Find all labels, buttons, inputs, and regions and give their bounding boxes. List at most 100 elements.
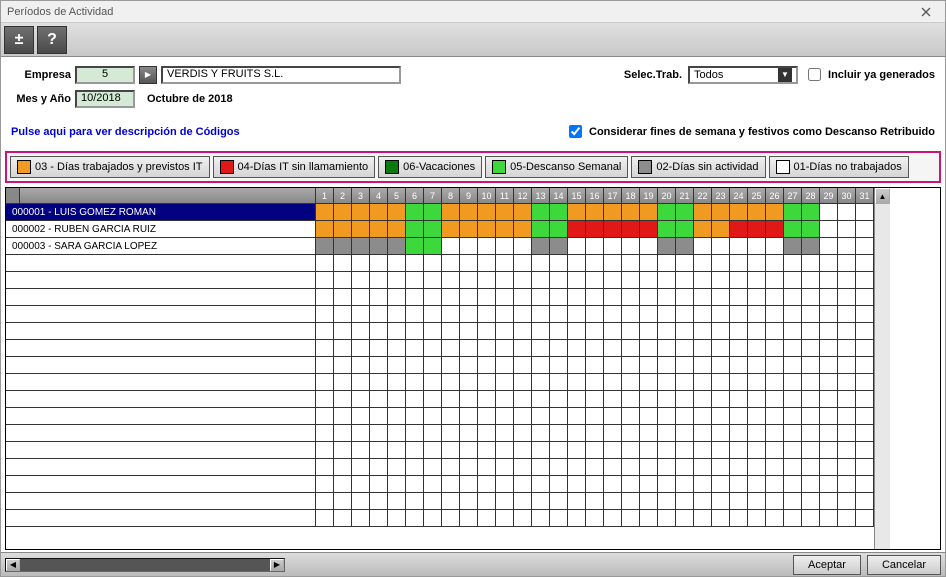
day-cell[interactable] xyxy=(424,204,442,221)
day-cell[interactable] xyxy=(622,238,640,255)
day-cell[interactable] xyxy=(496,238,514,255)
legend-button-2[interactable]: 06-Vacaciones xyxy=(378,156,482,178)
codes-link[interactable]: Pulse aqui para ver descripción de Códig… xyxy=(11,126,240,138)
day-cell[interactable] xyxy=(514,204,532,221)
day-cell[interactable] xyxy=(334,221,352,238)
help-button[interactable]: ? xyxy=(37,26,67,54)
day-cell[interactable] xyxy=(568,221,586,238)
horizontal-scrollbar[interactable]: ◀ ▶ xyxy=(5,558,285,572)
mesano-input[interactable]: 10/2018 xyxy=(75,90,135,108)
day-cell[interactable] xyxy=(604,221,622,238)
scroll-up-icon[interactable]: ▲ xyxy=(875,188,890,204)
day-cell[interactable] xyxy=(676,238,694,255)
day-cell[interactable] xyxy=(442,204,460,221)
day-cell[interactable] xyxy=(856,204,874,221)
day-cell[interactable] xyxy=(442,221,460,238)
day-cell[interactable] xyxy=(550,238,568,255)
day-cell[interactable] xyxy=(352,204,370,221)
day-cell[interactable] xyxy=(388,204,406,221)
empresa-dropdown-button[interactable]: ▶ xyxy=(139,66,157,84)
day-cell[interactable] xyxy=(478,221,496,238)
day-cell[interactable] xyxy=(640,221,658,238)
day-cell[interactable] xyxy=(622,204,640,221)
day-cell[interactable] xyxy=(514,238,532,255)
day-cell[interactable] xyxy=(478,238,496,255)
day-cell[interactable] xyxy=(838,204,856,221)
day-cell[interactable] xyxy=(766,221,784,238)
legend-button-0[interactable]: 03 - Días trabajados y previstos IT xyxy=(10,156,210,178)
day-cell[interactable] xyxy=(856,238,874,255)
empresa-number-input[interactable]: 5 xyxy=(75,66,135,84)
day-cell[interactable] xyxy=(820,238,838,255)
day-cell[interactable] xyxy=(640,238,658,255)
day-cell[interactable] xyxy=(460,238,478,255)
day-cell[interactable] xyxy=(712,238,730,255)
day-cell[interactable] xyxy=(676,204,694,221)
day-cell[interactable] xyxy=(532,238,550,255)
day-cell[interactable] xyxy=(568,238,586,255)
day-cell[interactable] xyxy=(658,204,676,221)
toggle-button[interactable]: ± xyxy=(4,26,34,54)
day-cell[interactable] xyxy=(694,221,712,238)
day-cell[interactable] xyxy=(712,204,730,221)
scroll-track[interactable] xyxy=(20,559,270,571)
day-cell[interactable] xyxy=(460,204,478,221)
day-cell[interactable] xyxy=(586,204,604,221)
day-cell[interactable] xyxy=(496,204,514,221)
day-cell[interactable] xyxy=(352,238,370,255)
day-cell[interactable] xyxy=(730,221,748,238)
incluir-checkbox[interactable] xyxy=(808,68,821,81)
day-cell[interactable] xyxy=(586,238,604,255)
legend-button-5[interactable]: 01-Días no trabajados xyxy=(769,156,909,178)
day-cell[interactable] xyxy=(586,221,604,238)
day-cell[interactable] xyxy=(838,238,856,255)
day-cell[interactable] xyxy=(352,221,370,238)
day-cell[interactable] xyxy=(766,204,784,221)
day-cell[interactable] xyxy=(784,221,802,238)
day-cell[interactable] xyxy=(496,221,514,238)
day-cell[interactable] xyxy=(730,204,748,221)
day-cell[interactable] xyxy=(802,221,820,238)
day-cell[interactable] xyxy=(478,204,496,221)
sel-trab-select[interactable]: Todos ▼ xyxy=(688,66,798,84)
day-cell[interactable] xyxy=(604,238,622,255)
scroll-right-icon[interactable]: ▶ xyxy=(270,559,284,571)
employee-row[interactable]: 000002 - RUBEN GARCIA RUIZ xyxy=(6,221,316,238)
day-cell[interactable] xyxy=(388,238,406,255)
legend-button-1[interactable]: 04-Días IT sin llamamiento xyxy=(213,156,376,178)
day-cell[interactable] xyxy=(838,221,856,238)
day-cell[interactable] xyxy=(802,238,820,255)
day-cell[interactable] xyxy=(334,204,352,221)
day-cell[interactable] xyxy=(820,204,838,221)
day-cell[interactable] xyxy=(766,238,784,255)
day-cell[interactable] xyxy=(784,238,802,255)
day-cell[interactable] xyxy=(820,221,838,238)
accept-button[interactable]: Aceptar xyxy=(793,555,861,575)
day-cell[interactable] xyxy=(406,204,424,221)
day-cell[interactable] xyxy=(658,221,676,238)
legend-button-4[interactable]: 02-Días sin actividad xyxy=(631,156,765,178)
day-cell[interactable] xyxy=(316,221,334,238)
employee-row[interactable]: 000003 - SARA GARCIA LOPEZ xyxy=(6,238,316,255)
day-cell[interactable] xyxy=(532,204,550,221)
employee-row[interactable]: 000001 - LUIS GOMEZ ROMAN xyxy=(6,204,316,221)
considerar-checkbox[interactable] xyxy=(569,125,582,138)
day-cell[interactable] xyxy=(370,221,388,238)
day-cell[interactable] xyxy=(370,238,388,255)
day-cell[interactable] xyxy=(460,221,478,238)
day-cell[interactable] xyxy=(514,221,532,238)
day-cell[interactable] xyxy=(640,204,658,221)
day-cell[interactable] xyxy=(388,221,406,238)
day-cell[interactable] xyxy=(748,238,766,255)
day-cell[interactable] xyxy=(712,221,730,238)
day-cell[interactable] xyxy=(748,204,766,221)
day-cell[interactable] xyxy=(622,221,640,238)
day-cell[interactable] xyxy=(658,238,676,255)
day-cell[interactable] xyxy=(532,221,550,238)
day-cell[interactable] xyxy=(406,238,424,255)
day-cell[interactable] xyxy=(550,204,568,221)
day-cell[interactable] xyxy=(694,204,712,221)
legend-button-3[interactable]: 05-Descanso Semanal xyxy=(485,156,628,178)
day-cell[interactable] xyxy=(334,238,352,255)
day-cell[interactable] xyxy=(316,238,334,255)
